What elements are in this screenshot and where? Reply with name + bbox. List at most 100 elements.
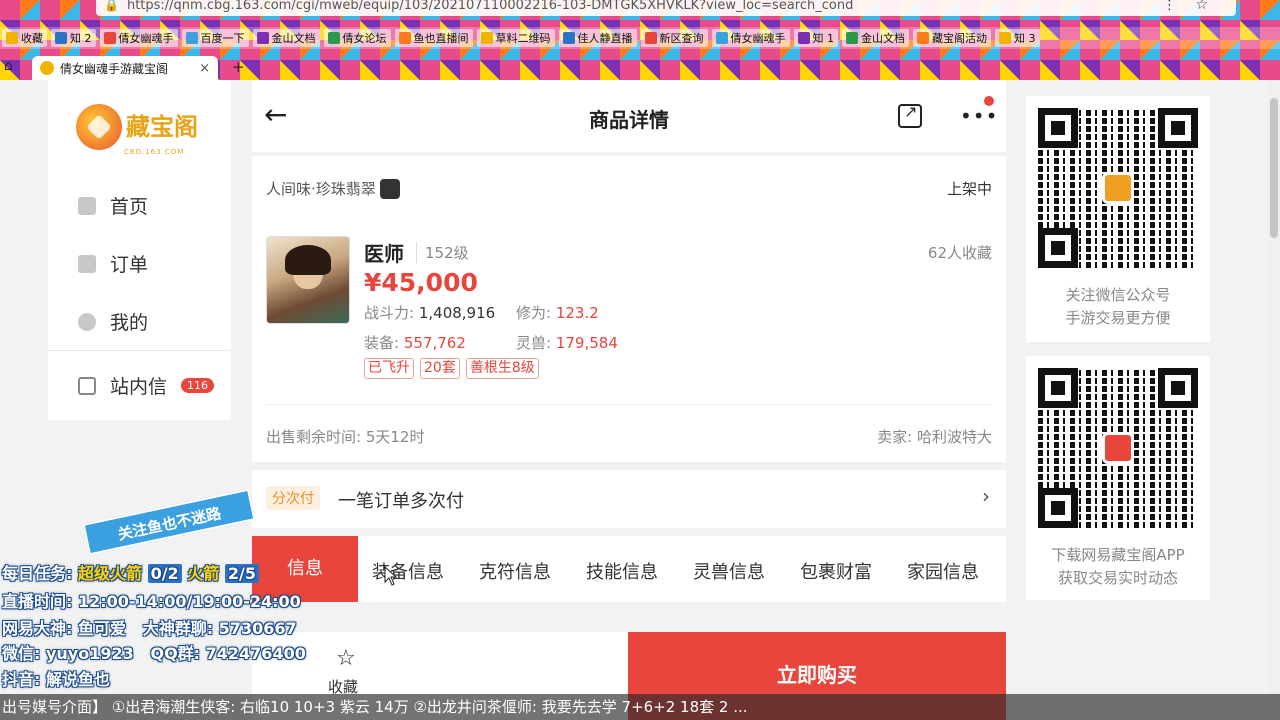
page-scrollbar[interactable]: [1268, 80, 1280, 720]
bookmark-label: 金山文档: [271, 32, 316, 45]
bookmark-item[interactable]: 佳人静直播: [558, 29, 637, 47]
app-qr-card: 下载网易藏宝阁APP 获取交易实时动态: [1026, 356, 1210, 600]
bookmark-item[interactable]: 知 2: [51, 29, 96, 47]
installment-text: 一笔订单多次付: [338, 491, 464, 512]
bookmark-item[interactable]: 草料二维码: [476, 29, 555, 47]
home-icon: [78, 196, 96, 215]
bookmark-item[interactable]: 鱼也直播间: [394, 29, 473, 47]
mail-icon: [78, 376, 96, 395]
tab-skills[interactable]: 技能信息: [586, 558, 658, 584]
logo[interactable]: 藏宝阁: [76, 104, 198, 150]
bookmark-item[interactable]: 金山文档: [842, 29, 909, 47]
item-card: 人间味·珍珠翡翠 上架中 医师 152级 62人收藏 ¥45,000 战斗力: …: [252, 156, 1006, 462]
bookmark-icon[interactable]: ⋮: [1163, 0, 1176, 13]
bookmark-item[interactable]: 百度一下: [181, 29, 249, 47]
bookmark-item[interactable]: 新区查询: [640, 29, 708, 47]
nav-item-orders[interactable]: 订单: [78, 250, 148, 277]
bookmark-favicon-icon: [715, 32, 728, 44]
star-icon[interactable]: ☆: [1195, 0, 1208, 13]
more-icon[interactable]: •••: [960, 104, 998, 128]
star-icon[interactable]: ☆: [336, 646, 356, 671]
bookmark-label: 知 2: [70, 32, 92, 45]
bookmark-item[interactable]: 倩女论坛: [323, 29, 391, 47]
bookmark-item[interactable]: 藏宝阁活动: [913, 29, 991, 47]
order-icon: [78, 254, 96, 273]
url-text[interactable]: https://qnm.cbg.163.com/cgi/mweb/equip/1…: [127, 0, 853, 13]
tab-title: 倩女幽魂手游藏宝阁: [60, 61, 169, 76]
bookmark-favicon-icon: [6, 32, 18, 44]
bookmark-label: 藏宝阁活动: [932, 32, 987, 45]
installment-row[interactable]: 分次付 一笔订单多次付 ›: [252, 470, 1006, 528]
tab-talisman[interactable]: 克符信息: [479, 558, 551, 584]
follow-banner: 关注鱼也不迷路: [82, 488, 256, 556]
server-name: 人间味·珍珠翡翠: [266, 178, 400, 199]
home-icon[interactable]: ⌂: [4, 58, 13, 74]
qr-logo-icon: [1102, 172, 1134, 204]
nav-label: 我的: [110, 312, 149, 334]
qr-logo-icon: [1102, 432, 1134, 464]
cultivation-stat: 修为: 123.2: [516, 302, 599, 323]
bookmark-favicon-icon: [55, 32, 67, 44]
server-label: 人间味·珍珠翡翠: [266, 180, 376, 198]
logo-subtitle: CBG.163.COM: [124, 148, 185, 156]
role-name: 医师: [364, 242, 404, 266]
bookmark-label: 百度一下: [200, 32, 245, 45]
bookmark-favicon-icon: [480, 32, 493, 44]
character-avatar[interactable]: [266, 236, 350, 324]
tab-pets[interactable]: 灵兽信息: [693, 558, 765, 584]
wechat-text: 微信: yuyo1923: [2, 644, 134, 663]
bookmark-label: 鱼也直播间: [413, 32, 469, 45]
qr-caption-line: 获取交易实时动态: [1057, 569, 1178, 587]
tab-home[interactable]: 家园信息: [907, 558, 979, 584]
pet-value: 179,584: [555, 334, 618, 352]
qr-finder: [1158, 368, 1198, 408]
bookmark-favicon-icon: [398, 32, 411, 44]
qr-caption-line: 关注微信公众号: [1065, 286, 1171, 304]
browser-tab[interactable]: 倩女幽魂手游藏宝阁 ×: [32, 56, 218, 80]
tag: 已飞升: [364, 358, 414, 379]
task-value: 0/2: [147, 564, 182, 583]
bookmark-item[interactable]: 收藏: [2, 29, 47, 47]
scroll-thumb[interactable]: [1270, 98, 1278, 238]
installment-tag: 分次付: [266, 486, 320, 510]
share-icon[interactable]: [898, 102, 922, 128]
bookmark-label: 金山文档: [861, 32, 905, 45]
address-bar[interactable]: 🔒 https://qnm.cbg.163.com/cgi/mweb/equip…: [96, 0, 1236, 16]
bookmark-favicon-icon: [999, 32, 1011, 44]
tab-inventory[interactable]: 包裹财富: [800, 558, 872, 584]
qr-finder: [1038, 368, 1078, 408]
qr-code: [1038, 368, 1198, 528]
new-tab-button[interactable]: +: [232, 58, 245, 76]
close-icon[interactable]: ×: [199, 61, 210, 76]
bookmark-item[interactable]: 倩女幽魂手: [99, 29, 178, 47]
tag: 善根生8级: [465, 358, 539, 379]
tab-equipment[interactable]: 装备信息: [372, 558, 444, 584]
bookmark-label: 倩女幽魂手: [118, 32, 174, 45]
bookmark-label: 新区查询: [659, 32, 704, 45]
cultivation-label: 修为:: [516, 304, 552, 322]
nav-item-messages[interactable]: 站内信 116: [78, 372, 215, 399]
bookmarks-bar: 收藏 知 2 倩女幽魂手 百度一下 金山文档 倩女论坛 鱼也直播间 草料二维码 佳人静直播 新区查…: [0, 27, 1280, 49]
seller-name[interactable]: 卖家: 哈利波特大: [877, 426, 992, 447]
bookmark-favicon-icon: [797, 32, 810, 44]
netease-line: 网易大神: 鱼可爱 大神群聊: 5730667: [2, 615, 297, 639]
chevron-right-icon: ›: [982, 484, 990, 508]
bookmark-item[interactable]: 知 3: [995, 29, 1040, 47]
nav-item-home[interactable]: 首页: [78, 192, 148, 219]
qr-finder: [1038, 108, 1078, 148]
qr-caption: 关注微信公众号 手游交易更方便: [1026, 284, 1210, 330]
contact-line: 微信: yuyo1923 QQ群: 742476400: [2, 640, 306, 664]
detail-tabs: 信息 装备信息 克符信息 技能信息 灵兽信息 包裹财富 家园信息: [252, 536, 1006, 602]
bookmark-item[interactable]: 金山文档: [252, 29, 320, 47]
bookmark-item[interactable]: 知 1: [793, 29, 838, 47]
equip-stat: 装备: 557,762: [364, 332, 466, 353]
nav-item-mine[interactable]: 我的: [78, 308, 148, 335]
bookmark-item[interactable]: 倩女幽魂手: [711, 29, 790, 47]
bookmark-label: 知 1: [812, 32, 835, 45]
left-nav: 藏宝阁 CBG.163.COM 首页 订单 我的 站内信 116: [48, 80, 231, 420]
bookmark-label: 收藏: [21, 32, 43, 45]
bookmark-favicon-icon: [644, 32, 657, 44]
bookmark-favicon-icon: [917, 32, 929, 44]
favicon-icon: [40, 61, 54, 75]
equip-value: 557,762: [403, 334, 466, 352]
